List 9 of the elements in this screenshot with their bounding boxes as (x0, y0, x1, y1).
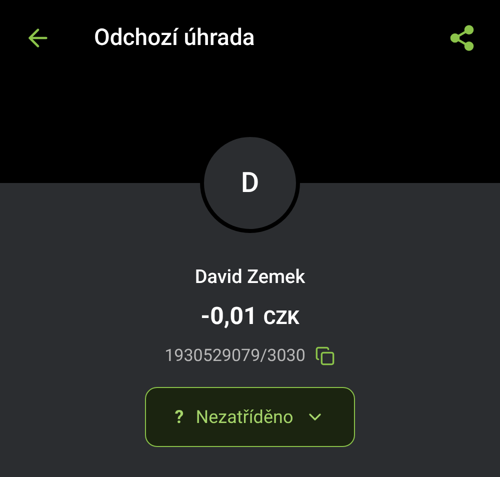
page-title: Odchozí úhrada (94, 22, 255, 53)
category-icon: ? (174, 404, 184, 430)
counterparty-name: David Zemek (194, 264, 306, 290)
amount: -0,01 (200, 300, 258, 332)
category-button[interactable]: ? Nezatříděno (145, 387, 355, 447)
copy-icon[interactable] (315, 346, 336, 366)
share-icon[interactable] (448, 24, 476, 52)
account-number: 1930529079/3030 (164, 344, 306, 368)
currency: CZK (263, 304, 300, 330)
